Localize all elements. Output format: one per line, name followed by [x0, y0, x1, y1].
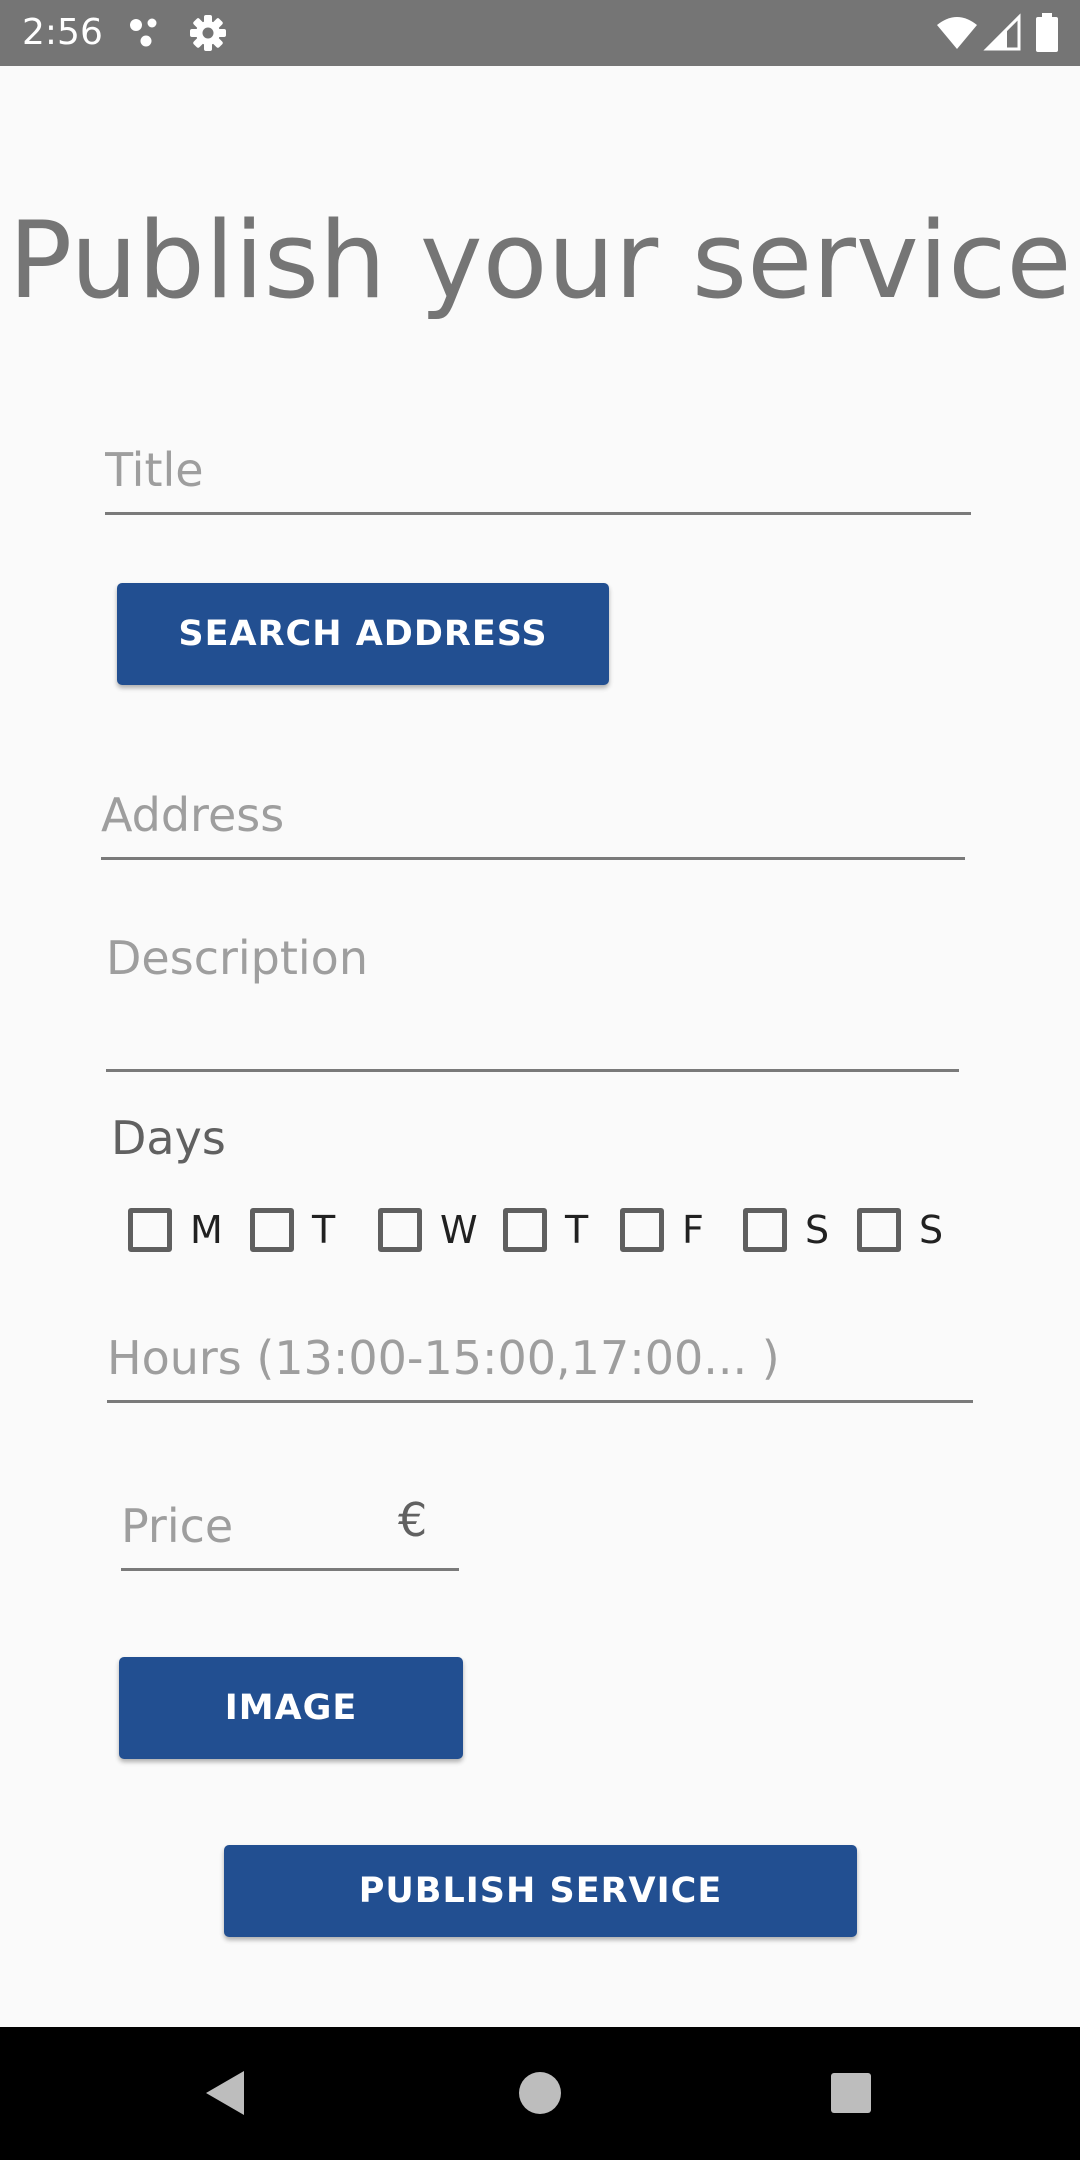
- title-input[interactable]: [105, 442, 971, 498]
- day-saturday[interactable]: S: [743, 1204, 829, 1256]
- hours-field[interactable]: [107, 1320, 973, 1403]
- day-sunday[interactable]: S: [857, 1204, 943, 1256]
- day-checkbox-sunday[interactable]: [857, 1208, 901, 1252]
- battery-icon: [1034, 13, 1060, 53]
- day-label-sunday: S: [919, 1208, 944, 1252]
- day-checkbox-monday[interactable]: [128, 1208, 172, 1252]
- description-field[interactable]: [106, 910, 959, 1072]
- day-checkbox-thursday[interactable]: [503, 1208, 547, 1252]
- recents-icon[interactable]: [821, 2063, 881, 2123]
- title-field[interactable]: [105, 425, 971, 515]
- day-label-thursday: T: [565, 1208, 589, 1252]
- day-wednesday[interactable]: W: [378, 1204, 478, 1256]
- day-label-saturday: S: [805, 1208, 830, 1252]
- day-label-tuesday: T: [312, 1208, 336, 1252]
- day-checkbox-friday[interactable]: [620, 1208, 664, 1252]
- currency-symbol: €: [398, 1493, 428, 1547]
- hours-input[interactable]: [107, 1330, 973, 1386]
- home-icon[interactable]: [510, 2063, 570, 2123]
- day-label-friday: F: [682, 1208, 704, 1252]
- day-label-wednesday: W: [440, 1208, 478, 1252]
- search-address-button[interactable]: SEARCH ADDRESS: [117, 583, 609, 685]
- address-input[interactable]: [101, 787, 965, 843]
- day-friday[interactable]: F: [620, 1204, 704, 1256]
- status-bar: 2:56: [0, 0, 1080, 66]
- publish-service-button[interactable]: PUBLISH SERVICE: [224, 1845, 857, 1937]
- days-label: Days: [111, 1111, 226, 1165]
- day-label-monday: M: [190, 1208, 223, 1252]
- day-thursday[interactable]: T: [503, 1204, 588, 1256]
- publish-service-screen: 2:56 Publish your service Title SEARCH A…: [0, 0, 1080, 2160]
- description-input[interactable]: [106, 930, 959, 986]
- cellular-signal-icon: [983, 13, 1023, 53]
- status-time: 2:56: [22, 12, 103, 53]
- page-title: Publish your service: [8, 199, 1072, 322]
- settings-gear-icon: [188, 13, 228, 53]
- day-checkbox-saturday[interactable]: [743, 1208, 787, 1252]
- address-field[interactable]: [101, 755, 965, 860]
- price-input[interactable]: [121, 1498, 381, 1554]
- day-checkbox-wednesday[interactable]: [378, 1208, 422, 1252]
- back-icon[interactable]: [196, 2063, 256, 2123]
- wifi-icon: [935, 13, 979, 53]
- day-monday[interactable]: M: [128, 1204, 223, 1256]
- day-checkbox-tuesday[interactable]: [250, 1208, 294, 1252]
- day-tuesday[interactable]: T: [250, 1204, 335, 1256]
- image-button[interactable]: IMAGE: [119, 1657, 463, 1759]
- navigation-bar: [0, 2027, 1080, 2160]
- notification-dots-icon: [126, 13, 166, 53]
